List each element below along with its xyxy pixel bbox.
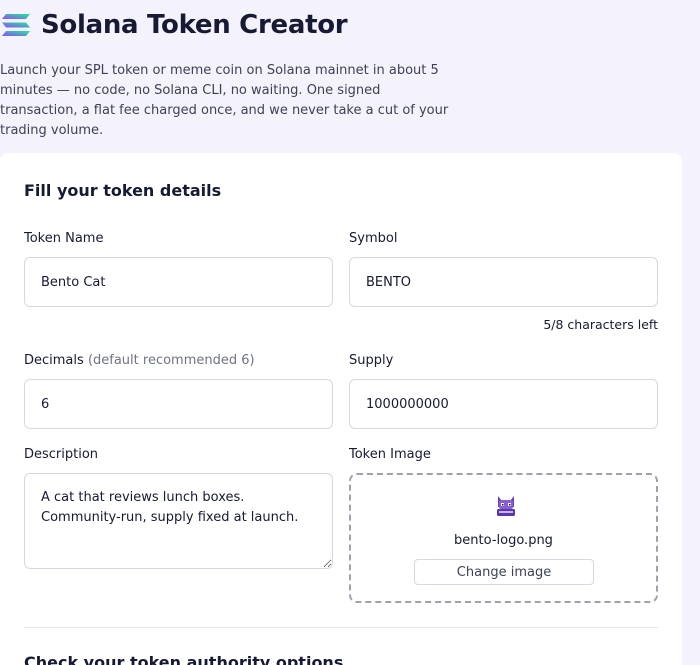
supply-input[interactable] <box>349 379 658 429</box>
image-filename: bento-logo.png <box>454 533 553 548</box>
token-details-card: Fill your token details Token Name Symbo… <box>0 153 682 665</box>
authority-section-title: Check your token authority options <box>24 653 344 665</box>
page-title: Solana Token Creator <box>41 10 348 40</box>
decimals-hint: (default recommended 6) <box>87 353 255 368</box>
symbol-input[interactable] <box>349 257 658 307</box>
decimals-label-text: Decimals <box>24 353 84 368</box>
symbol-label: Symbol <box>349 231 398 246</box>
description-label: Description <box>24 447 99 462</box>
app-header: Solana Token Creator <box>0 10 348 40</box>
token-image-dropzone[interactable]: bento-logo.png Change image <box>349 473 658 603</box>
description-textarea[interactable]: A cat that reviews lunch boxes. Communit… <box>24 473 333 569</box>
token-name-input[interactable] <box>24 257 333 307</box>
symbol-char-counter: 5/8 characters left <box>543 317 658 332</box>
token-name-label: Token Name <box>24 231 104 246</box>
solana-logo-icon <box>2 14 30 36</box>
change-image-button[interactable]: Change image <box>414 559 594 585</box>
supply-label: Supply <box>349 353 394 368</box>
decimals-label: Decimals (default recommended 6) <box>24 353 255 368</box>
cat-image-thumbnail-icon <box>497 496 515 516</box>
token-image-label: Token Image <box>349 447 431 462</box>
intro-text: Launch your SPL token or meme coin on So… <box>0 63 449 138</box>
section-title: Fill your token details <box>24 181 222 200</box>
section-divider <box>24 627 658 628</box>
decimals-input[interactable] <box>24 379 333 429</box>
